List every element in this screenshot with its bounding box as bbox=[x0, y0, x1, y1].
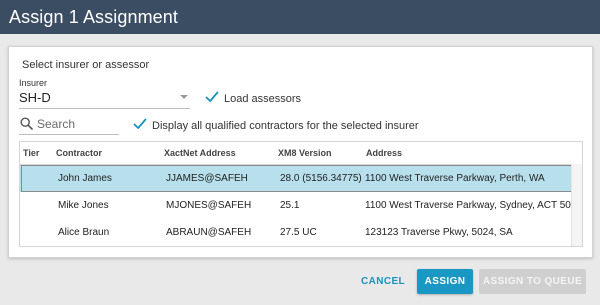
cell-xm8-version: 27.5 UC bbox=[280, 227, 317, 238]
table-row[interactable]: John James JJAMES@SAFEH 28.0 (5156.34775… bbox=[20, 165, 582, 193]
chevron-down-icon bbox=[180, 95, 188, 99]
column-header-address[interactable]: Address bbox=[366, 148, 402, 158]
table-row[interactable]: Mike Jones MJONES@SAFEH 25.1 1100 West T… bbox=[20, 192, 582, 220]
table-header: Tier Contractor XactNet Address XM8 Vers… bbox=[20, 142, 582, 165]
load-assessors-checkbox[interactable] bbox=[205, 90, 219, 104]
display-all-label: Display all qualified contractors for th… bbox=[152, 120, 419, 132]
column-header-tier[interactable]: Tier bbox=[23, 148, 39, 158]
cell-address: 123123 Traverse Pkwy, 5024, SA bbox=[365, 227, 513, 238]
assignment-panel: Select insurer or assessor Insurer SH-D … bbox=[8, 46, 593, 258]
checkmark-icon bbox=[133, 118, 147, 129]
cell-xactnet: MJONES@SAFEH bbox=[166, 200, 252, 211]
table-scrollbar[interactable] bbox=[571, 164, 582, 246]
cell-address: 1100 West Traverse Parkway, Sydney, ACT … bbox=[365, 200, 582, 211]
table-row[interactable]: Alice Braun ABRAUN@SAFEH 27.5 UC 123123 … bbox=[20, 219, 582, 246]
display-all-checkbox[interactable] bbox=[133, 117, 147, 131]
insurer-dropdown[interactable]: SH-D bbox=[19, 88, 190, 109]
contractors-table: Tier Contractor XactNet Address XM8 Vers… bbox=[19, 141, 583, 247]
cancel-button[interactable]: CANCEL bbox=[352, 269, 414, 294]
search-icon bbox=[20, 117, 33, 130]
load-assessors-label: Load assessors bbox=[224, 93, 302, 105]
assign-button[interactable]: ASSIGN bbox=[417, 269, 473, 294]
dialog-titlebar: Assign 1 Assignment bbox=[0, 0, 600, 34]
cell-xactnet: ABRAUN@SAFEH bbox=[166, 227, 252, 238]
cell-xm8-version: 25.1 bbox=[280, 200, 300, 211]
column-header-xactnet[interactable]: XactNet Address bbox=[164, 148, 236, 158]
search-input[interactable] bbox=[37, 116, 117, 132]
dialog-title: Assign 1 Assignment bbox=[9, 7, 178, 27]
search-field[interactable] bbox=[19, 115, 119, 135]
checkmark-icon bbox=[205, 91, 219, 102]
column-header-contractor[interactable]: Contractor bbox=[56, 148, 102, 158]
insurer-value: SH-D bbox=[19, 90, 51, 105]
cell-xactnet: JJAMES@SAFEH bbox=[166, 173, 248, 184]
cell-address: 1100 West Traverse Parkway, Perth, WA bbox=[365, 173, 545, 184]
insurer-label: Insurer bbox=[19, 78, 48, 88]
cell-xm8-version: 28.0 (5156.34775) bbox=[280, 173, 362, 184]
column-header-xm8-version[interactable]: XM8 Version bbox=[278, 148, 332, 158]
cell-contractor: John James bbox=[58, 173, 112, 184]
cell-contractor: Mike Jones bbox=[58, 200, 109, 211]
assign-to-queue-button[interactable]: ASSIGN TO QUEUE bbox=[479, 269, 586, 294]
section-label: Select insurer or assessor bbox=[22, 59, 150, 71]
cell-contractor: Alice Braun bbox=[58, 227, 110, 238]
